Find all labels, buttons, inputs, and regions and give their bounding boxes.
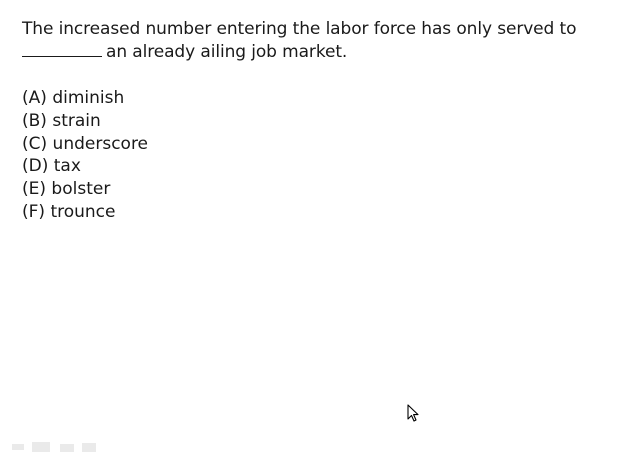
answer-blank	[22, 42, 102, 57]
option-text: tax	[53, 156, 81, 177]
option-c[interactable]: (C) underscore	[22, 133, 148, 156]
question-line-1: The increased number entering the labor …	[22, 19, 577, 39]
option-letter: (C)	[22, 133, 48, 154]
answer-options: (A) diminish (B) strain (C) underscore (…	[22, 87, 148, 224]
question-line-2: an already ailing job market.	[106, 42, 348, 62]
option-letter: (B)	[22, 110, 47, 131]
option-text: trounce	[50, 201, 116, 222]
option-text: underscore	[52, 133, 149, 154]
option-text: strain	[52, 110, 101, 131]
option-d[interactable]: (D) tax	[22, 155, 148, 178]
option-text: diminish	[52, 88, 125, 108]
option-b[interactable]: (B) strain	[22, 110, 148, 133]
option-e[interactable]: (E) bolster	[22, 178, 148, 201]
mouse-pointer-icon	[407, 404, 419, 422]
option-letter: (D)	[22, 156, 49, 177]
option-letter: (E)	[22, 179, 47, 200]
option-letter: (A)	[22, 88, 47, 108]
option-a[interactable]: (A) diminish	[22, 87, 148, 110]
option-text: bolster	[51, 179, 111, 200]
question-text: The increased number entering the labor …	[22, 18, 602, 64]
option-letter: (F)	[22, 201, 46, 222]
option-f[interactable]: (F) trounce	[22, 201, 148, 224]
watermark-logo	[12, 442, 96, 452]
